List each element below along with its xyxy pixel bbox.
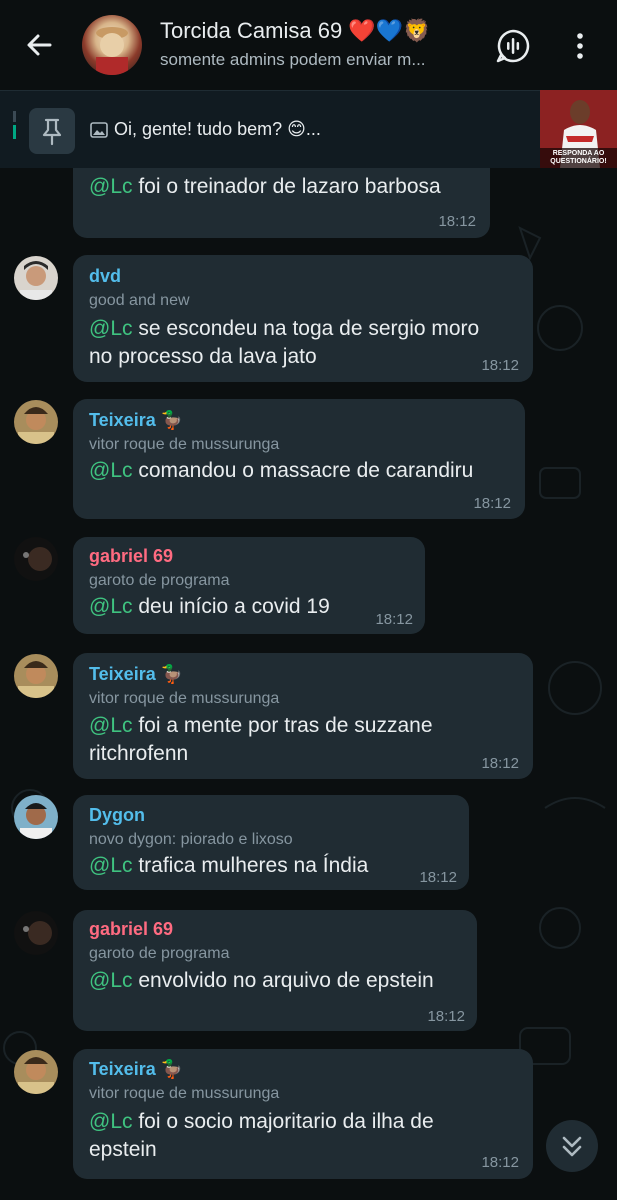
message-bubble[interactable]: Teixeira 🦆 vitor roque de mussurunga @Lc… — [73, 399, 525, 519]
message-bubble[interactable]: @Lc foi o treinador de lazaro barbosa 18… — [73, 168, 490, 238]
scroll-to-bottom-button[interactable] — [546, 1120, 598, 1172]
image-icon — [90, 122, 108, 138]
message-text: @Lc foi o socio majoritario da ilha de ep… — [89, 1110, 434, 1161]
back-arrow-icon[interactable] — [20, 26, 58, 64]
message-time: 18:12 — [375, 611, 413, 628]
message-bubble[interactable]: Teixeira 🦆 vitor roque de mussurunga @Lc… — [73, 653, 533, 779]
mention: @Lc — [89, 175, 133, 198]
double-chevron-down-icon — [562, 1136, 582, 1157]
sender-about: novo dygon: piorado e lixoso — [89, 831, 293, 848]
message-bubble[interactable]: gabriel 69 garoto de programa @Lc deu in… — [73, 537, 425, 634]
avatar[interactable] — [14, 795, 58, 839]
message-text: @Lc foi a mente por tras de suzzane ritch… — [89, 714, 433, 765]
message-text: @Lc foi o treinador de lazaro barbosa — [89, 175, 441, 198]
mention: @Lc — [89, 595, 133, 618]
sender-name[interactable]: gabriel 69 — [89, 919, 173, 940]
pin-icon — [29, 108, 75, 154]
avatar[interactable] — [14, 256, 58, 300]
pinned-thumbnail[interactable]: RESPONDA AO QUESTIONÁRIO! — [540, 90, 617, 168]
sender-name[interactable]: Dygon — [89, 805, 145, 826]
message-time: 18:12 — [481, 1154, 519, 1171]
avatar[interactable] — [14, 911, 58, 955]
chat-area[interactable]: @Lc foi o treinador de lazaro barbosa 18… — [0, 168, 617, 1200]
message-time: 18:12 — [481, 755, 519, 772]
pinned-indicator — [13, 111, 16, 139]
sender-about: vitor roque de mussurunga — [89, 1085, 280, 1102]
pinned-thumbnail-caption: RESPONDA AO QUESTIONÁRIO! — [550, 150, 607, 165]
mention: @Lc — [89, 459, 133, 482]
sender-name[interactable]: dvd — [89, 266, 121, 287]
sender-about: garoto de programa — [89, 572, 230, 589]
mention: @Lc — [89, 1110, 133, 1133]
voice-chat-icon[interactable] — [494, 27, 532, 65]
message-time: 18:12 — [427, 1008, 465, 1025]
sender-name[interactable]: Teixeira 🦆 — [89, 664, 183, 685]
avatar[interactable] — [14, 1050, 58, 1094]
sender-name[interactable]: Teixeira 🦆 — [89, 410, 183, 431]
message-bubble[interactable]: gabriel 69 garoto de programa @Lc envolv… — [73, 910, 477, 1031]
mention: @Lc — [89, 969, 133, 992]
sender-about: vitor roque de mussurunga — [89, 690, 280, 707]
message-time: 18:12 — [473, 495, 511, 512]
pinned-message-bar[interactable]: Oi, gente! tudo bem? 😊... — [0, 90, 617, 169]
message-time: 18:12 — [419, 869, 457, 886]
message-text: @Lc trafica mulheres na Índia — [89, 854, 369, 877]
sender-about: vitor roque de mussurunga — [89, 436, 280, 453]
message-time: 18:12 — [481, 357, 519, 374]
sender-name[interactable]: gabriel 69 — [89, 546, 173, 567]
message-bubble[interactable]: Teixeira 🦆 vitor roque de mussurunga @Lc… — [73, 1049, 533, 1179]
message-bubble[interactable]: Dygon novo dygon: piorado e lixoso @Lc t… — [73, 795, 469, 890]
mention: @Lc — [89, 854, 133, 877]
more-options-icon[interactable] — [568, 28, 592, 64]
mention: @Lc — [89, 714, 133, 737]
avatar[interactable] — [14, 654, 58, 698]
sender-about: good and new — [89, 292, 190, 309]
mention: @Lc — [89, 317, 133, 340]
avatar[interactable] — [14, 537, 58, 581]
message-text: @Lc deu início a covid 19 — [89, 595, 330, 618]
avatar[interactable] — [14, 400, 58, 444]
message-time: 18:12 — [438, 213, 476, 230]
sender-name[interactable]: Teixeira 🦆 — [89, 1059, 183, 1080]
message-text: @Lc envolvido no arquivo de epstein — [89, 969, 434, 992]
message-text: @Lc comandou o massacre de carandiru — [89, 459, 474, 482]
group-subtitle[interactable]: somente admins podem enviar m... — [160, 50, 478, 70]
sender-about: garoto de programa — [89, 945, 230, 962]
message-bubble[interactable]: dvd good and new @Lc se escondeu na toga… — [73, 255, 533, 382]
group-title[interactable]: Torcida Camisa 69 ❤️💙🦁 — [160, 18, 430, 44]
group-avatar[interactable] — [82, 15, 142, 75]
message-text: @Lc se escondeu na toga de sergio moro no… — [89, 317, 480, 368]
pinned-text: Oi, gente! tudo bem? 😊... — [114, 119, 321, 139]
chat-header: Torcida Camisa 69 ❤️💙🦁 somente admins po… — [0, 0, 617, 90]
